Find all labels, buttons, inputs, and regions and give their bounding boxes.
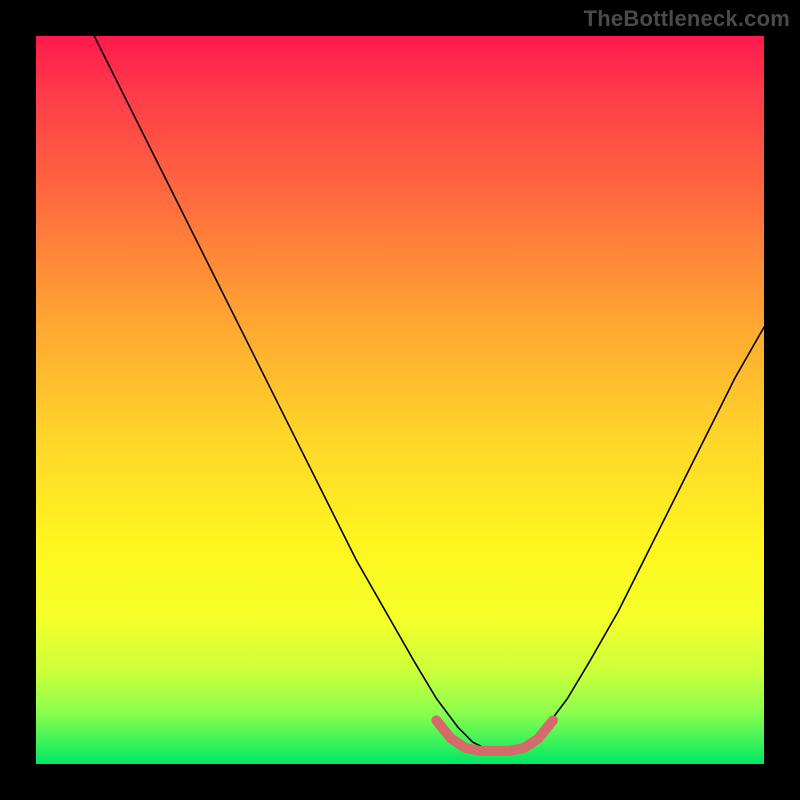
chart-frame: TheBottleneck.com: [0, 0, 800, 800]
chart-svg: [36, 36, 764, 764]
watermark-text: TheBottleneck.com: [584, 6, 790, 32]
plot-area: [36, 36, 764, 764]
flat-highlight: [436, 720, 552, 751]
bottleneck-curve: [94, 36, 764, 749]
